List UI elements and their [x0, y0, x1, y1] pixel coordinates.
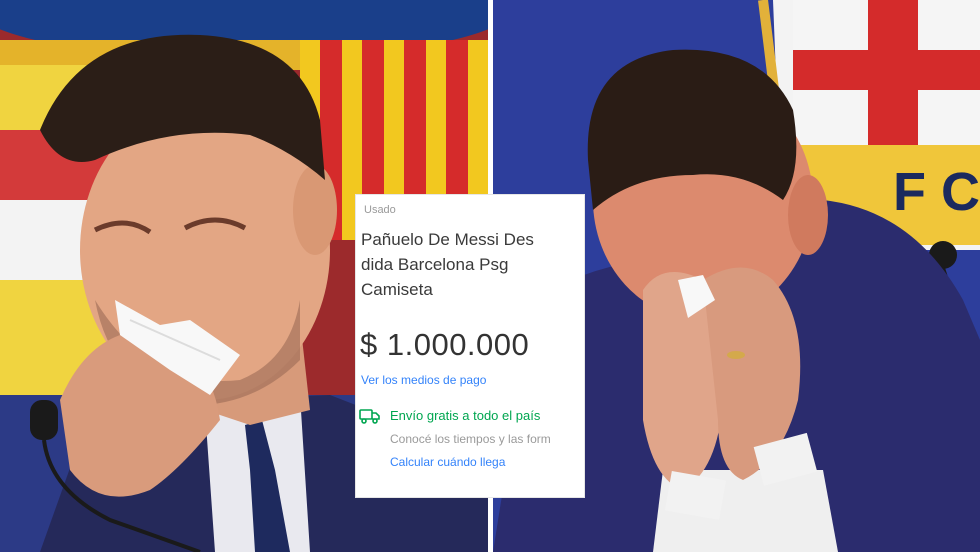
condition-label: Usado [364, 204, 396, 216]
payment-methods-link[interactable]: Ver los medios de pago [361, 373, 486, 387]
listing-title-line-2: dida Barcelona Psg [361, 255, 509, 274]
listing-price: $ 1.000.000 [360, 327, 530, 362]
calculate-delivery-link[interactable]: Calcular cuándo llega [390, 455, 505, 469]
shipping-info-text: Conocé los tiempos y las form [390, 432, 551, 446]
listing-title: Pañuelo De Messi Des dida Barcelona Psg … [361, 227, 584, 302]
svg-text:F C: F C [893, 162, 980, 222]
listing-title-line-3: Camiseta [361, 280, 433, 299]
listing-title-line-1: Pañuelo De Messi Des [361, 230, 534, 249]
truck-icon [359, 409, 380, 424]
free-shipping-label: Envío gratis a todo el país [390, 408, 541, 423]
product-listing-card: Usado Pañuelo De Messi Des dida Barcelon… [356, 195, 584, 497]
